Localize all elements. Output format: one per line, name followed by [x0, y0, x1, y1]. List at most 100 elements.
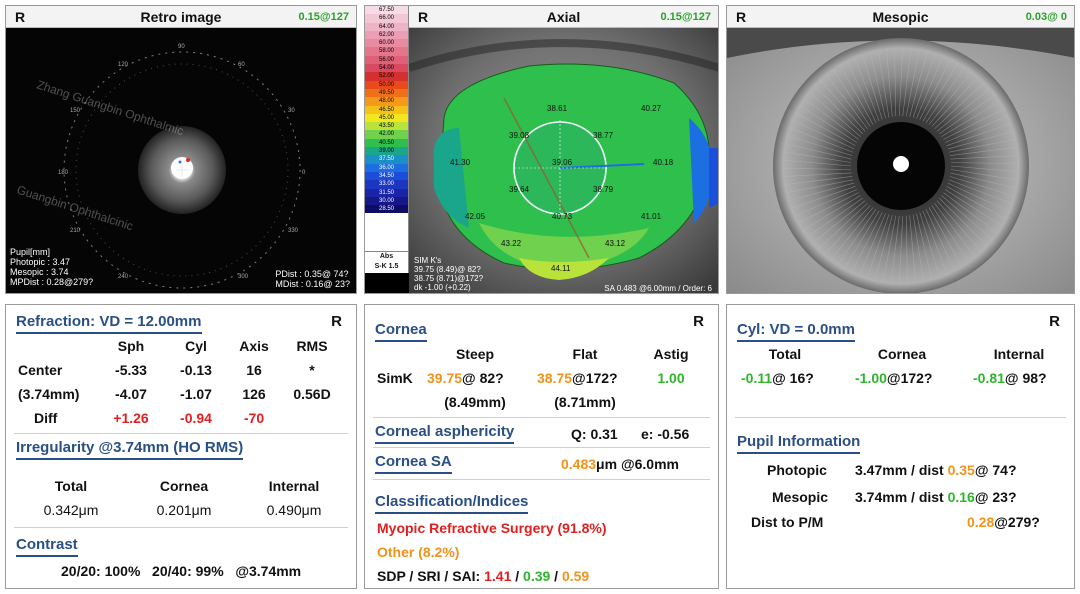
- axial-power-value: 40.18: [653, 158, 674, 167]
- mesopic-value: 3.74mm / dist 0.16@ 23?: [855, 489, 1017, 505]
- svg-text:180: 180: [58, 170, 69, 176]
- axial-map-panel: R Axial 0.15@127 67.50 66.00 64.00 62.00 60.…: [364, 5, 719, 294]
- divider: [373, 447, 710, 448]
- axial-power-value: 40.27: [641, 104, 662, 113]
- pupil-cyl: -1.07: [180, 386, 212, 402]
- refraction-panel: R Refraction: VD = 12.00mm Sph Cyl Axis …: [5, 304, 357, 589]
- axial-map[interactable]: 38.61 40.27 39.08 38.77 41.30 39.06 40.18 39.64…: [409, 28, 718, 293]
- scale-step: 31.50: [365, 188, 408, 197]
- cyl-total-header: Total: [768, 346, 802, 362]
- mesopic-image-panel: R Mesopic 0.03@ 0: [726, 5, 1075, 294]
- divider: [14, 527, 348, 528]
- scale-step: 34.50: [365, 171, 408, 181]
- flat-radius: (8.71mm): [554, 394, 616, 410]
- svg-text:300: 300: [238, 274, 249, 280]
- q-value: Q: 0.31: [571, 426, 618, 442]
- eye-label: R: [1049, 313, 1060, 330]
- axial-power-value: 39.08: [509, 131, 530, 140]
- contrast-line: 20/20: 100% 20/40: 99% @3.74mm: [61, 563, 302, 579]
- panel-code: 0.15@127: [298, 11, 350, 23]
- mesopic-image[interactable]: [727, 28, 1074, 293]
- axial-title-bar: R Axial 0.15@127: [409, 6, 718, 28]
- irr-internal-label: Internal: [268, 478, 320, 494]
- scale-step: 42.00: [365, 130, 408, 139]
- axial-power-value: 41.30: [450, 158, 471, 167]
- irr-internal-value: 0.490μm: [266, 502, 322, 518]
- irregularity-header: Irregularity @3.74mm (HO RMS): [16, 439, 244, 460]
- row-diff-label: Diff: [34, 410, 58, 426]
- scale-step: 45.00: [365, 113, 408, 123]
- svg-text:30: 30: [288, 108, 295, 114]
- divider: [735, 417, 1066, 418]
- scale-step: 64.00: [365, 22, 408, 31]
- retro-title-bar: R Retro image 0.15@127: [6, 6, 356, 28]
- pupil-axis: 126: [242, 386, 266, 402]
- diff-sph: +1.26: [113, 410, 149, 426]
- scale-step: 28.50: [365, 205, 408, 214]
- cyl-internal-value: -0.81@ 98?: [973, 370, 1047, 386]
- col-axis-header: Axis: [239, 338, 269, 354]
- contrast-header: Contrast: [16, 536, 78, 557]
- svg-text:150: 150: [70, 108, 81, 114]
- simk-label: SimK: [377, 370, 413, 386]
- cyl-pupil-panel: R Cyl: VD = 0.0mm Total Cornea Internal …: [726, 304, 1075, 589]
- divider: [14, 433, 348, 434]
- cornea-sa-header: Cornea SA: [375, 453, 452, 474]
- asphericity-header: Corneal asphericity: [375, 423, 515, 444]
- scale-step: 48.00: [365, 97, 408, 106]
- pupil-sph: -4.07: [115, 386, 147, 402]
- mesopic-image-graphic: [727, 28, 1074, 293]
- mesopic-label: Mesopic: [772, 489, 829, 505]
- svg-text:90: 90: [178, 44, 185, 50]
- diff-cyl: -0.94: [180, 410, 212, 426]
- scale-step: 30.00: [365, 196, 408, 206]
- pupil-rms: 0.56D: [293, 386, 331, 402]
- scale-step: 54.00: [365, 64, 408, 73]
- col-rms-header: RMS: [296, 338, 328, 354]
- scale-step: 33.00: [365, 180, 408, 189]
- classification-primary: Myopic Refractive Surgery (91.8%): [377, 520, 607, 536]
- photopic-value: 3.47mm / dist 0.35@ 74?: [855, 462, 1017, 478]
- axial-power-value: 39.06: [552, 158, 573, 167]
- steep-k: 39.75@ 82?: [427, 370, 504, 386]
- flat-k: 38.75@172?: [537, 370, 618, 386]
- retro-image-panel: R Retro image 0.15@127 90 120 60 150 30 …: [5, 5, 357, 294]
- steep-radius: (8.49mm): [444, 394, 506, 410]
- scale-step: 37.50: [365, 155, 408, 164]
- scale-step: 67.50: [365, 6, 408, 15]
- eye-label: R: [331, 313, 342, 330]
- irr-cornea-label: Cornea: [159, 478, 209, 494]
- row-pupil-label: (3.74mm): [18, 386, 80, 402]
- irr-total-label: Total: [54, 478, 88, 494]
- scale-step: 39.00: [365, 147, 408, 156]
- scale-step: 43.50: [365, 122, 408, 131]
- svg-text:60: 60: [238, 62, 245, 68]
- astig-value: 1.00: [657, 370, 685, 386]
- cornea-header: Cornea: [375, 321, 427, 342]
- color-scale-legend: 67.50 66.00 64.00 62.00 60.00 58.00 56.00 54.00…: [365, 6, 409, 273]
- mesopic-title-bar: R Mesopic 0.03@ 0: [727, 6, 1074, 28]
- scale-step: 52.00: [365, 72, 408, 81]
- panel-code: 0.15@127: [660, 11, 712, 23]
- cyl-internal-header: Internal: [993, 346, 1045, 362]
- svg-text:240: 240: [118, 274, 129, 280]
- axial-power-value: 38.77: [593, 131, 614, 140]
- scale-step: 50.00: [365, 80, 408, 89]
- sa-readout: SA 0.483 @6.00mm / Order: 6: [604, 284, 712, 293]
- scale-step: 66.00: [365, 14, 408, 23]
- axial-power-value: 38.61: [547, 104, 568, 113]
- cyl-header: Cyl: VD = 0.0mm: [737, 321, 855, 342]
- scale-step: 62.00: [365, 30, 408, 40]
- scale-step: 56.00: [365, 55, 408, 65]
- retro-image[interactable]: 90 120 60 150 30 180 0 210 330 240 300 Zhang G…: [6, 28, 356, 293]
- eye-label: R: [693, 313, 704, 330]
- classification-secondary: Other (8.2%): [377, 544, 460, 560]
- svg-text:330: 330: [288, 228, 299, 234]
- pupil-readout: Pupil[mm] Photopic : 3.47 Mesopic : 3.74…: [10, 247, 94, 287]
- svg-text:210: 210: [70, 228, 81, 234]
- col-steep-header: Steep: [455, 346, 495, 362]
- svg-text:120: 120: [118, 62, 129, 68]
- panel-title: Mesopic: [872, 9, 929, 25]
- scale-step: 58.00: [365, 47, 408, 56]
- axial-power-value: 38.79: [593, 185, 614, 194]
